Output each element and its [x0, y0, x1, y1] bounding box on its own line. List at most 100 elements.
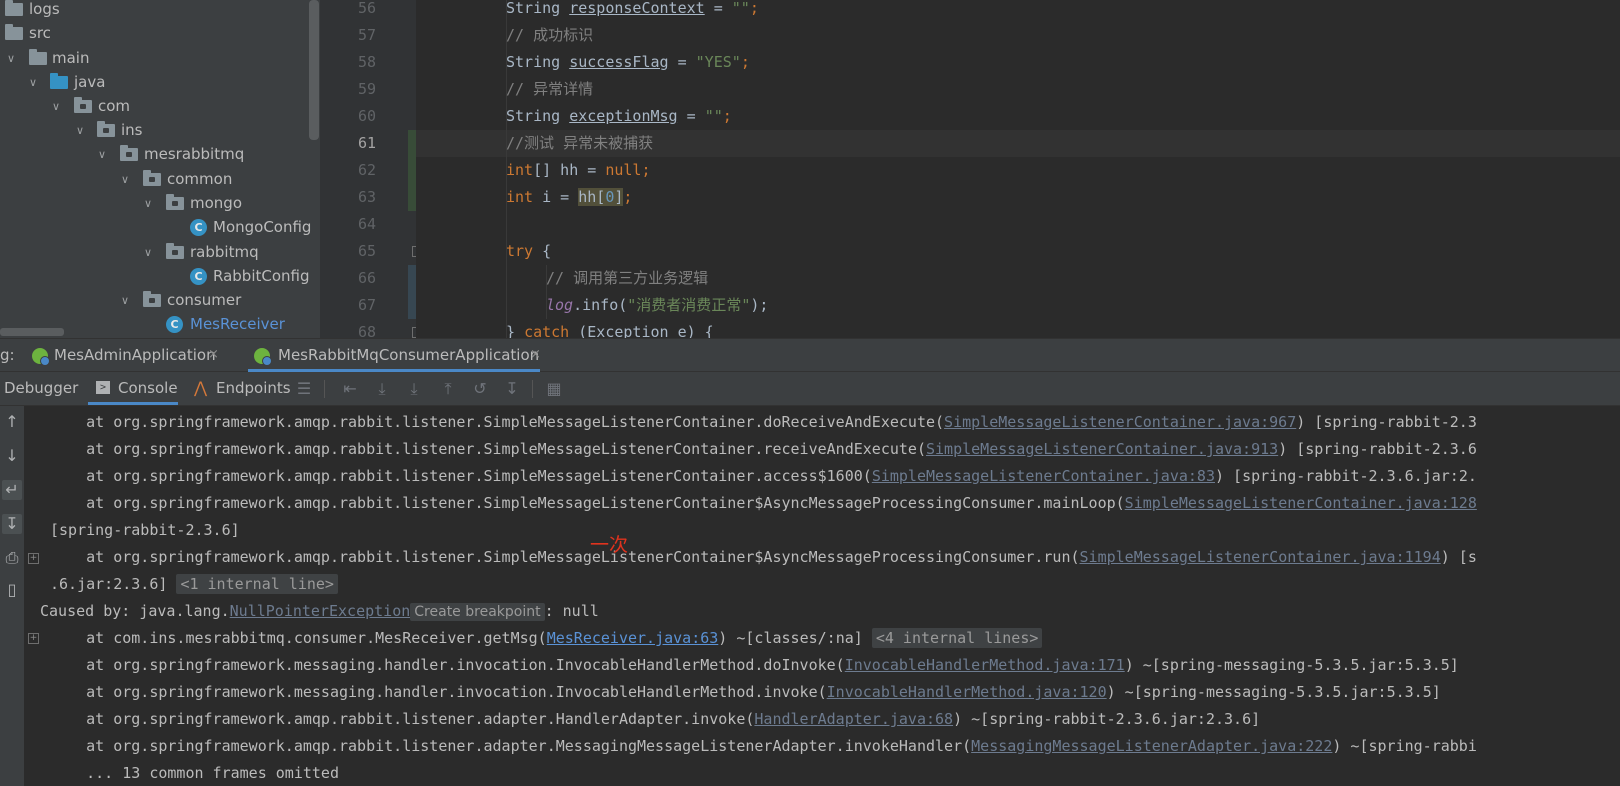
console-line: at org.springframework.amqp.rabbit.liste… — [50, 548, 1477, 566]
console-line: at org.springframework.messaging.handler… — [50, 656, 1459, 674]
line-number: 57 — [357, 26, 376, 44]
code-line-57: // 成功标识 — [506, 26, 594, 44]
internal-lines-fold[interactable]: <4 internal lines> — [871, 628, 1043, 648]
console-icon: > — [96, 381, 110, 394]
console-line: ... 13 common frames omitted — [50, 764, 339, 782]
console-side-toolbar: ↑ ↓ ↵ ↧ ⎙ ▯ — [0, 406, 24, 786]
class-icon: C — [190, 219, 207, 236]
console-line: at org.springframework.amqp.rabbit.liste… — [50, 737, 1477, 755]
console-line: at org.springframework.messaging.handler… — [50, 683, 1441, 701]
endpoints-icon: ⋀ — [194, 378, 208, 397]
tab-mes-rabbitmq-consumer-application[interactable]: MesRabbitMqConsumerApplication × — [248, 339, 541, 372]
spring-boot-icon — [254, 348, 272, 366]
code-line-61: //测试 异常未被捕获 — [506, 134, 654, 152]
code-line-56: String responseContext = ""; — [506, 0, 759, 17]
code-line-62: int[] hh = null; — [506, 161, 651, 179]
tool-window-title: g: — [0, 346, 15, 364]
down-arrow-icon[interactable]: ↓ — [2, 446, 22, 466]
source-link[interactable]: SimpleMessageListenerContainer.java:913 — [926, 440, 1278, 458]
line-number: 59 — [357, 80, 376, 98]
chevron-down-icon[interactable]: ∨ — [47, 94, 65, 119]
run-to-cursor-icon[interactable]: ↧ — [502, 380, 522, 398]
step-out-icon[interactable]: ⤒ — [438, 380, 458, 398]
console-line: at org.springframework.amqp.rabbit.liste… — [50, 440, 1477, 458]
tab-debugger[interactable]: Debugger — [4, 372, 78, 405]
line-number-current: 61 — [357, 134, 376, 152]
create-breakpoint-hint[interactable]: Create breakpoint — [410, 603, 545, 621]
console-line: [spring-rabbit-2.3.6] — [50, 521, 240, 539]
trash-icon[interactable]: ▯ — [2, 580, 22, 600]
project-tree: logs src ∨ main ∨ java ∨ com ∨ ins ∨ mes… — [0, 0, 320, 338]
class-icon: C — [190, 268, 207, 285]
soft-wrap-icon[interactable]: ↵ — [2, 480, 22, 500]
line-number: 58 — [357, 53, 376, 71]
up-arrow-icon[interactable]: ↑ — [2, 412, 22, 432]
code-line-66: // 调用第三方业务逻辑 — [546, 269, 709, 287]
source-link[interactable]: SimpleMessageListenerContainer.java:967 — [944, 413, 1296, 431]
source-link[interactable]: InvocableHandlerMethod.java:120 — [827, 683, 1107, 701]
source-link[interactable]: MesReceiver.java:63 — [547, 629, 719, 647]
line-number: 56 — [357, 0, 376, 17]
toolbar-separator — [324, 380, 325, 398]
code-editor[interactable]: String responseContext = ""; // 成功标识 Str… — [416, 0, 1620, 338]
console-line: at org.springframework.amqp.rabbit.liste… — [50, 710, 1261, 728]
spring-boot-icon — [32, 348, 50, 366]
source-link[interactable]: InvocableHandlerMethod.java:171 — [845, 656, 1125, 674]
expand-icon[interactable]: + — [28, 633, 39, 644]
console-line: .6.jar:2.3.6] <1 internal line> — [50, 571, 338, 598]
expand-icon[interactable]: + — [28, 553, 39, 564]
show-execution-point-icon[interactable]: ⇤ — [340, 380, 360, 398]
console-output[interactable]: at org.springframework.amqp.rabbit.liste… — [24, 406, 1620, 786]
chevron-down-icon[interactable]: ∨ — [71, 118, 89, 143]
chevron-down-icon[interactable]: ∨ — [2, 46, 20, 71]
package-icon — [74, 97, 92, 113]
source-link[interactable]: SimpleMessageListenerContainer.java:1194 — [1080, 548, 1441, 566]
drop-frame-icon[interactable]: ↺ — [470, 380, 490, 398]
close-icon[interactable]: × — [530, 339, 541, 371]
folder-icon — [29, 49, 47, 65]
code-line-63: int i = hh[0]; — [506, 188, 633, 206]
code-line-58: String successFlag = "YES"; — [506, 53, 750, 71]
package-icon — [166, 243, 184, 259]
step-over-icon[interactable]: ⤓ — [372, 380, 392, 398]
handwritten-annotation: 一次 — [590, 534, 629, 556]
exception-link[interactable]: NullPointerException — [230, 602, 411, 620]
chevron-down-icon[interactable]: ∨ — [93, 142, 111, 167]
console-line: at org.springframework.amqp.rabbit.liste… — [50, 467, 1477, 485]
evaluate-table-icon[interactable]: ▦ — [544, 380, 564, 398]
chevron-down-icon[interactable]: ∨ — [139, 191, 157, 216]
scroll-to-end-icon[interactable]: ↧ — [2, 514, 22, 534]
package-icon — [143, 291, 161, 307]
menu-lines-icon[interactable]: ☰ — [294, 380, 314, 398]
line-number: 62 — [357, 161, 376, 179]
tab-console[interactable]: > Console — [88, 372, 178, 405]
source-link[interactable]: MessagingMessageListenerAdapter.java:222 — [971, 737, 1332, 755]
change-marker-added[interactable] — [408, 130, 416, 211]
chevron-down-icon[interactable]: ∨ — [24, 70, 42, 95]
folder-icon — [5, 0, 23, 16]
line-number: 68 — [357, 323, 376, 338]
code-line-68: } catch (Exception e) { — [506, 323, 714, 338]
console-line: at com.ins.mesrabbitmq.consumer.MesRecei… — [50, 625, 1043, 652]
code-line-59: // 异常详情 — [506, 80, 594, 98]
close-icon[interactable]: × — [208, 339, 219, 371]
chevron-down-icon[interactable]: ∨ — [116, 288, 134, 313]
line-number: 67 — [357, 296, 376, 314]
chevron-down-icon[interactable]: ∨ — [139, 240, 157, 265]
class-icon: C — [166, 316, 183, 333]
toolbar-separator — [532, 380, 533, 398]
print-icon[interactable]: ⎙ — [2, 548, 22, 568]
source-link[interactable]: HandlerAdapter.java:68 — [754, 710, 953, 728]
chevron-down-icon[interactable]: ∨ — [116, 167, 134, 192]
package-icon — [120, 145, 138, 161]
source-link[interactable]: SimpleMessageListenerContainer.java:83 — [872, 467, 1215, 485]
source-link[interactable]: SimpleMessageListenerContainer.java:128 — [1125, 494, 1477, 512]
internal-lines-fold[interactable]: <1 internal line> — [176, 574, 338, 594]
step-into-icon[interactable]: ⤓ — [404, 380, 424, 398]
tree-horizontal-scrollbar[interactable] — [0, 328, 64, 336]
change-marker-modified[interactable] — [408, 265, 416, 319]
console-line: at org.springframework.amqp.rabbit.liste… — [50, 494, 1477, 512]
tree-vertical-scrollbar[interactable] — [309, 0, 319, 140]
console-line-caused-by: Caused by: java.lang.NullPointerExceptio… — [40, 602, 599, 621]
run-config-tabbar: g: MesAdminApplication × MesRabbitMqCons… — [0, 338, 1620, 372]
